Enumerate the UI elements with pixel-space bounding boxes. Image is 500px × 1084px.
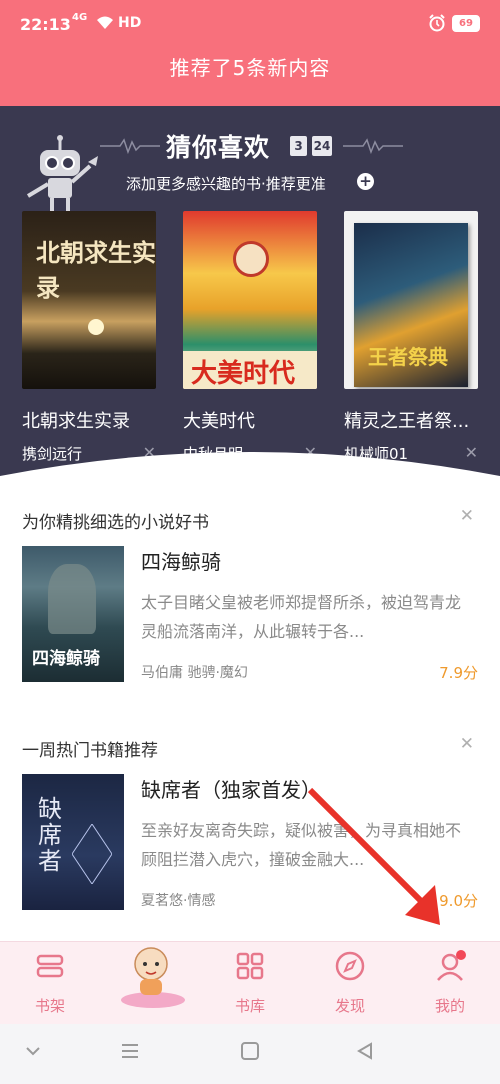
cover-title-text: 四海鲸骑 bbox=[32, 649, 100, 669]
nav-mascot[interactable] bbox=[100, 942, 200, 1025]
nav-discover[interactable]: 发现 bbox=[300, 942, 400, 1025]
library-grid-icon bbox=[236, 952, 264, 980]
book-title[interactable]: 缺席者（独家首发） bbox=[141, 774, 321, 803]
recommend-subtitle[interactable]: 添加更多感兴趣的书·推荐更准 bbox=[126, 173, 326, 194]
battery-indicator: 69 bbox=[452, 15, 480, 32]
book-meta: 马伯庸 驰骋·魔幻 bbox=[141, 665, 248, 681]
book-description: 太子目睹父皇被老师郑提督所杀，被迫驾青龙灵船流落南洋，从此辗转于各... bbox=[141, 593, 462, 641]
diamond-icon bbox=[72, 824, 112, 884]
panel-curve bbox=[0, 452, 500, 486]
new-content-notice: 推荐了5条新内容 bbox=[169, 56, 331, 80]
recommend-book-card[interactable]: 大美时代 大美时代 中秋月明 ✕ bbox=[183, 211, 317, 464]
close-icon[interactable]: ✕ bbox=[460, 506, 474, 526]
recommend-book-card[interactable]: 北朝求生实录 北朝求生实录 携剑远行 ✕ bbox=[22, 211, 156, 464]
sound-wave-left-icon bbox=[100, 138, 160, 155]
book-cover[interactable]: 北朝求生实录 bbox=[22, 211, 156, 389]
recommend-book-card[interactable]: 王者祭典 精灵之王者祭... 机械师01 ✕ bbox=[344, 211, 478, 464]
menu-icon[interactable] bbox=[120, 1042, 140, 1060]
recommend-panel: 猜你喜欢 3 24 添加更多感兴趣的书·推荐更准 + 北朝求生实录 北朝求生实录… bbox=[0, 106, 500, 486]
home-icon[interactable] bbox=[240, 1042, 260, 1060]
close-icon[interactable]: ✕ bbox=[460, 734, 474, 754]
book-cover[interactable]: 缺席者 bbox=[22, 774, 124, 910]
cover-title-text: 北朝求生实录 bbox=[36, 238, 156, 302]
section-header: 为你精挑细选的小说好书 bbox=[22, 513, 209, 533]
section-header: 一周热门书籍推荐 bbox=[22, 741, 158, 761]
status-time: 22:13 bbox=[20, 15, 71, 34]
book-cover[interactable]: 大美时代 bbox=[183, 211, 317, 389]
network-signal: 4G bbox=[72, 12, 88, 23]
book-score: 7.9分 bbox=[439, 664, 478, 682]
notification-dot bbox=[456, 950, 466, 960]
cover-title-text: 缺席者 bbox=[38, 795, 62, 875]
top-bar: 22:13 4G HD 69 推荐了5条新内容 bbox=[0, 0, 500, 106]
book-title[interactable]: 精灵之王者祭... bbox=[344, 407, 478, 433]
back-icon[interactable] bbox=[355, 1042, 375, 1060]
nav-profile[interactable]: 我的 bbox=[400, 942, 500, 1025]
book-cover[interactable]: 王者祭典 bbox=[344, 211, 478, 389]
hd-indicator: HD bbox=[118, 15, 142, 31]
bookshelf-icon bbox=[36, 954, 64, 978]
book-title[interactable]: 北朝求生实录 bbox=[22, 407, 156, 433]
annotation-arrow-icon bbox=[307, 787, 440, 925]
add-interest-button[interactable]: + bbox=[357, 173, 374, 190]
sound-wave-right-icon bbox=[343, 138, 403, 155]
chevron-down-icon[interactable] bbox=[24, 1042, 42, 1060]
cover-title-text: 王者祭典 bbox=[368, 345, 448, 369]
recommend-title: 猜你喜欢 bbox=[166, 133, 271, 162]
system-nav-bar bbox=[0, 1024, 500, 1084]
nav-label: 发现 bbox=[334, 997, 365, 1015]
compass-icon bbox=[335, 951, 365, 981]
book-title[interactable]: 大美时代 bbox=[183, 407, 317, 433]
nav-bookshelf[interactable]: 书架 bbox=[0, 942, 100, 1025]
alarm-icon bbox=[429, 14, 445, 32]
curated-section: 为你精挑细选的小说好书 ✕ 四海鲸骑 四海鲸骑 太子目睹父皇被老师郑提督所杀，被… bbox=[0, 486, 500, 701]
mascot-icon bbox=[121, 947, 185, 1008]
book-cover[interactable]: 四海鲸骑 bbox=[22, 546, 124, 682]
cover-title-text: 大美时代 bbox=[191, 359, 296, 389]
nav-library[interactable]: 书库 bbox=[200, 942, 300, 1025]
date-month: 3 bbox=[290, 136, 307, 156]
wifi-icon bbox=[97, 16, 113, 29]
date-day: 24 bbox=[312, 136, 332, 156]
book-meta: 夏茗悠·情感 bbox=[141, 893, 216, 909]
bottom-nav: 书架 书库 发现 我的 bbox=[0, 941, 500, 1024]
robot-mascot-icon bbox=[26, 135, 98, 212]
book-title[interactable]: 四海鲸骑 bbox=[141, 546, 221, 575]
status-bar: 22:13 4G HD 69 bbox=[0, 0, 500, 50]
nav-label: 书库 bbox=[234, 997, 265, 1015]
nav-label: 我的 bbox=[434, 997, 465, 1015]
nav-label: 书架 bbox=[34, 997, 65, 1015]
